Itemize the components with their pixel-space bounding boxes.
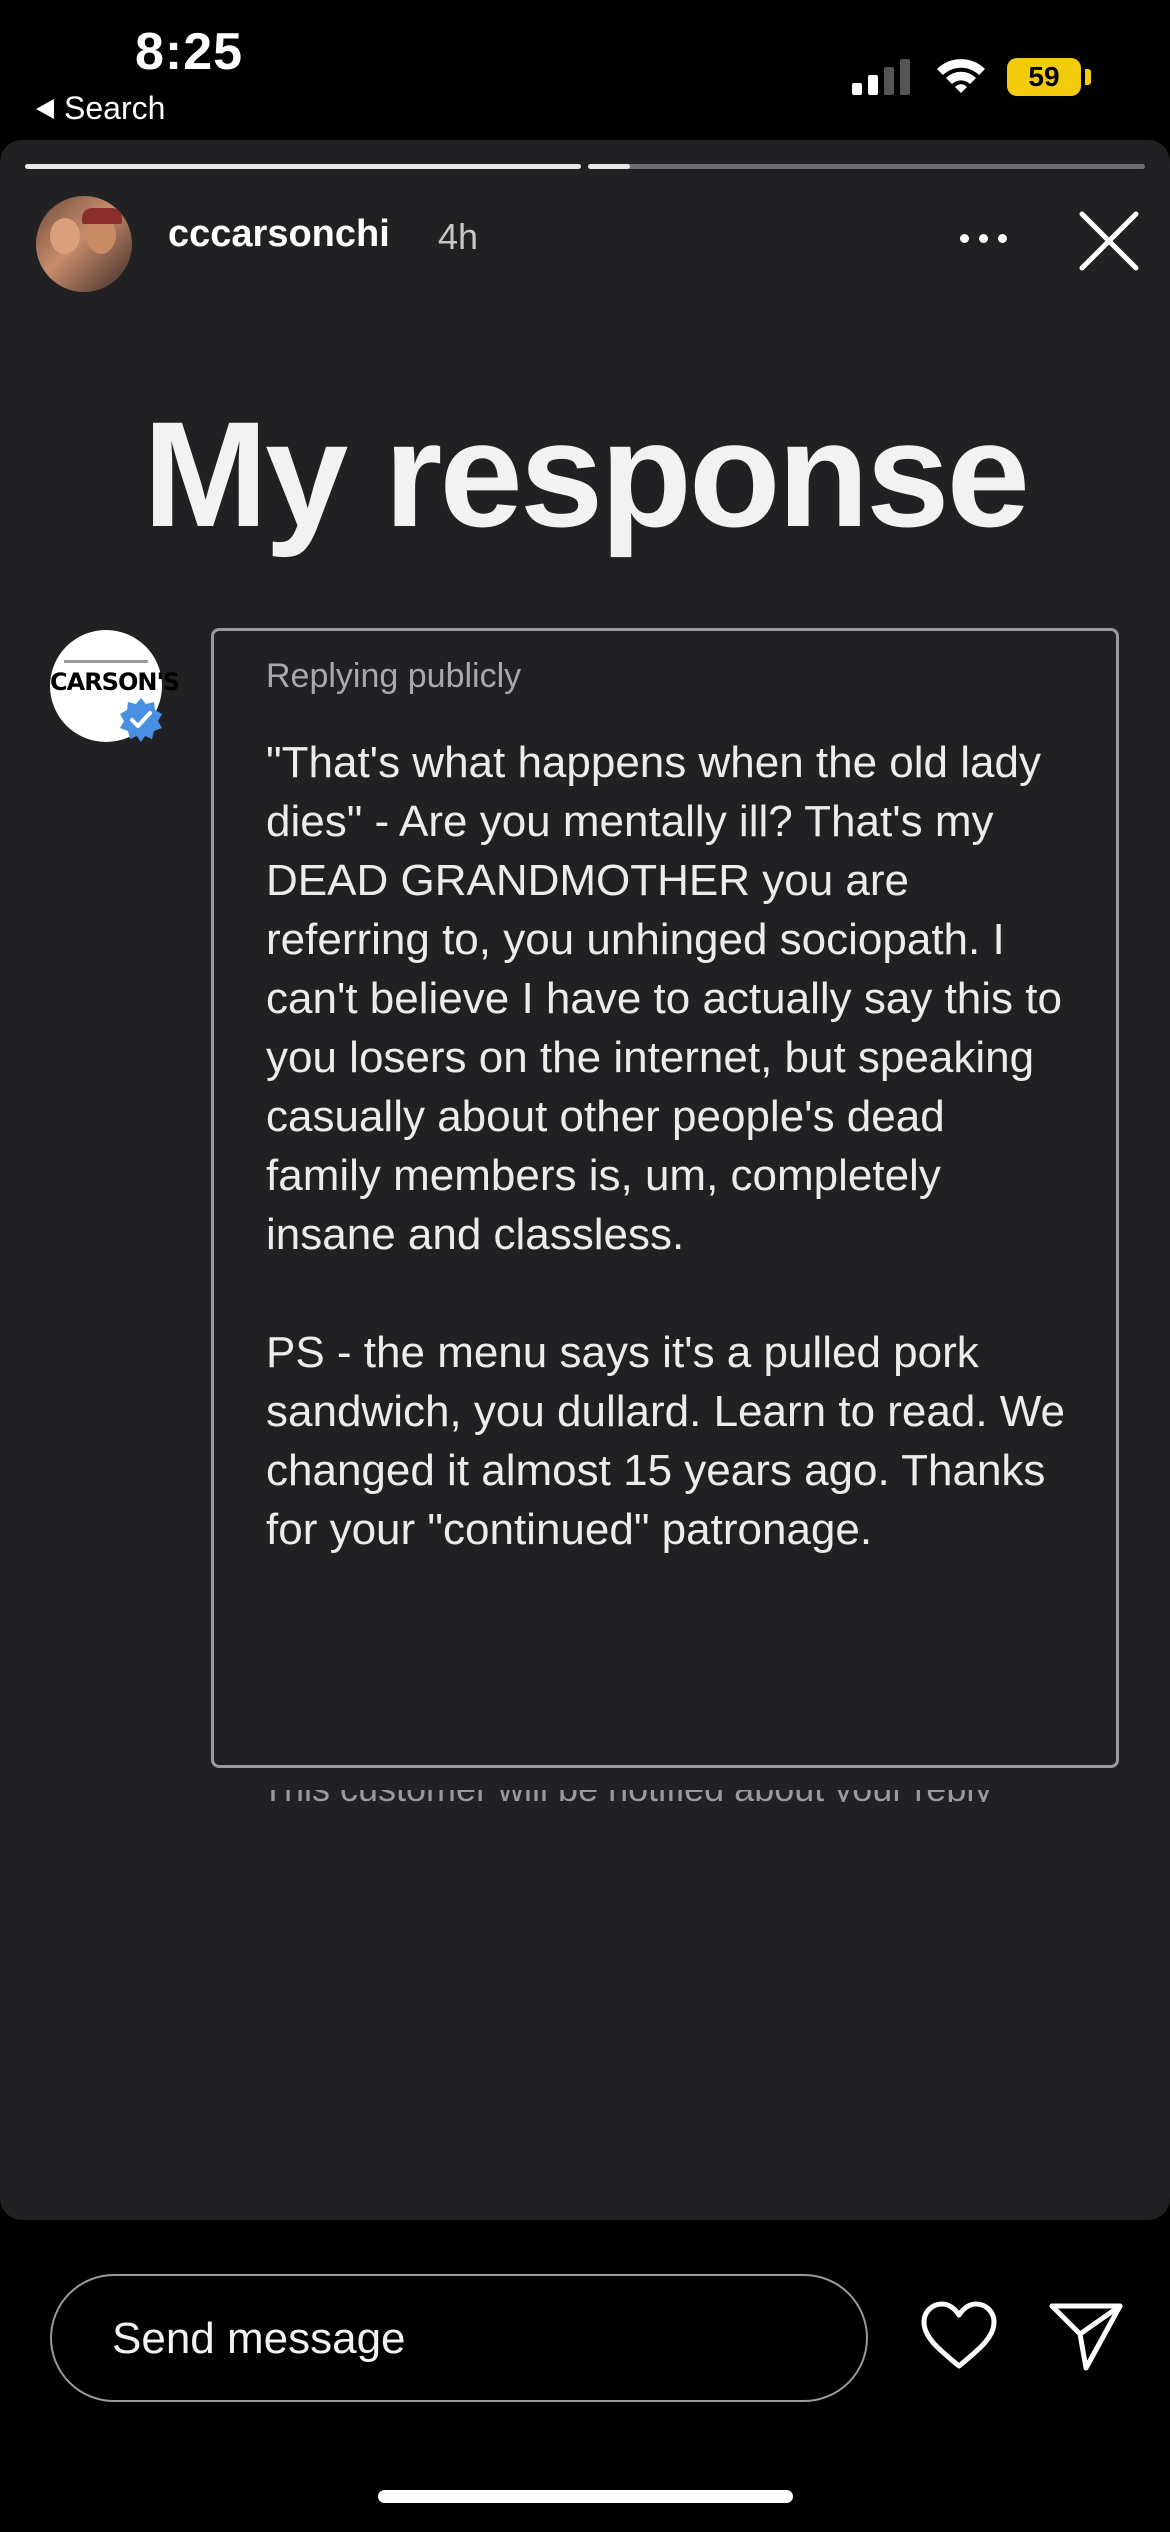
home-indicator[interactable] bbox=[378, 2490, 793, 2503]
send-icon[interactable] bbox=[1048, 2298, 1124, 2374]
cut-off-caption: This customer will be notified about you… bbox=[262, 1790, 1062, 1802]
status-time: 8:25 bbox=[135, 23, 244, 81]
reply-label: Replying publicly bbox=[266, 657, 522, 695]
story-username[interactable]: cccarsonchi bbox=[168, 213, 390, 256]
page-avatar: CARSON'S bbox=[50, 630, 180, 742]
close-icon[interactable] bbox=[1078, 210, 1140, 272]
battery-tip bbox=[1085, 69, 1091, 85]
wifi-icon bbox=[937, 59, 985, 93]
back-arrow-icon bbox=[36, 98, 54, 119]
story-viewer[interactable]: cccarsonchi 4h My response CARSON'S Repl… bbox=[0, 140, 1170, 2220]
story-progress-fill bbox=[588, 164, 630, 169]
page-brand-logo: CARSON'S bbox=[50, 668, 180, 696]
reply-text: "That's what happens when the old lady d… bbox=[266, 738, 1065, 1554]
battery-indicator: 59 bbox=[1007, 58, 1081, 96]
back-to-search-button[interactable]: Search bbox=[36, 90, 165, 127]
verified-badge-icon bbox=[120, 698, 162, 742]
back-label: Search bbox=[64, 90, 166, 126]
story-progress-segment-2 bbox=[588, 164, 1145, 169]
send-message-placeholder: Send message bbox=[112, 2314, 406, 2363]
user-avatar[interactable] bbox=[36, 196, 132, 292]
story-headline: My response bbox=[143, 390, 1030, 558]
story-age: 4h bbox=[438, 216, 479, 257]
reply-card: Replying publicly "That's what happens w… bbox=[211, 628, 1119, 1768]
cellular-signal-icon bbox=[852, 55, 912, 95]
story-progress-segment-1 bbox=[25, 164, 581, 169]
heart-icon[interactable] bbox=[920, 2300, 998, 2372]
more-dots-icon[interactable] bbox=[960, 228, 1020, 248]
send-message-input[interactable]: Send message bbox=[50, 2274, 868, 2402]
status-bar: 8:25 Search 59 bbox=[0, 0, 1170, 140]
